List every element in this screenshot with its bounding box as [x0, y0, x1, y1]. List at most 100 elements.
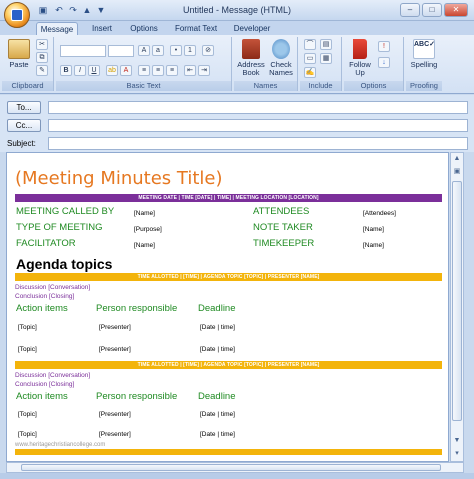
signature-icon[interactable]: ✍ — [304, 67, 316, 78]
next-page-icon[interactable]: ▾ — [451, 448, 463, 460]
tab-format-text[interactable]: Format Text — [170, 22, 222, 36]
footer-watermark: www.heritagechristiancollege.com — [15, 442, 106, 448]
tab-insert[interactable]: Insert — [84, 22, 120, 36]
highlight-icon[interactable]: ab — [106, 65, 118, 76]
horizontal-scroll-thumb[interactable] — [21, 464, 441, 471]
type-of-meeting-label: TYPE OF MEETING — [16, 222, 103, 233]
to-field[interactable] — [48, 101, 468, 114]
paste-button[interactable]: Paste — [6, 39, 32, 69]
proofing-group: ABC✓ Spelling Proofing — [406, 37, 442, 91]
discussion-text[interactable]: Discussion [Conversation] — [15, 284, 90, 291]
meeting-called-by-value[interactable]: [Name] — [134, 210, 155, 217]
conclusion-text[interactable]: Conclusion [Closing] — [15, 293, 74, 300]
basic-text-group-label: Basic Text — [56, 81, 231, 91]
font-combo[interactable] — [60, 45, 106, 57]
close-button[interactable]: ✕ — [444, 3, 468, 17]
business-card-icon[interactable]: ▭ — [304, 53, 316, 64]
to-button[interactable]: To... — [7, 101, 41, 114]
attach-file-icon[interactable]: ⌒ — [304, 39, 316, 50]
scroll-up-icon[interactable]: ▲ — [451, 153, 463, 165]
calendar-icon[interactable]: ▦ — [320, 53, 332, 64]
shrink-font-icon[interactable]: a — [152, 45, 164, 56]
topic-cell[interactable]: [Topic] — [18, 411, 37, 418]
status-bar — [0, 473, 474, 479]
attendees-label: ATTENDEES — [253, 206, 310, 217]
numbering-icon[interactable]: 1 — [184, 45, 196, 56]
basic-text-group: A a • 1 ⊘ B I U ab A ≡ ≡ ≡ ⇤ ⇥ Basic Tex… — [56, 37, 232, 91]
type-of-meeting-value[interactable]: [Purpose] — [134, 226, 162, 233]
note-taker-value[interactable]: [Name] — [363, 226, 384, 233]
topic-bar: TIME ALLOTTED | [TIME] | AGENDA TOPIC [T… — [15, 273, 442, 281]
font-size-combo[interactable] — [108, 45, 134, 57]
flag-icon — [353, 39, 367, 59]
topic-cell[interactable]: [Topic] — [18, 431, 37, 438]
timekeeper-value[interactable]: [Name] — [363, 242, 384, 249]
discussion-text[interactable]: Discussion [Conversation] — [15, 372, 90, 379]
date-time-cell[interactable]: [Date | time] — [200, 346, 235, 353]
high-importance-icon[interactable]: ! — [378, 41, 390, 52]
bold-icon[interactable]: B — [60, 65, 72, 76]
proofing-group-label: Proofing — [406, 81, 442, 91]
topic-bar: TIME ALLOTTED | [TIME] | AGENDA TOPIC [T… — [15, 361, 442, 369]
follow-up-button[interactable]: Follow Up — [346, 39, 374, 77]
cc-button[interactable]: Cc... — [7, 119, 41, 132]
topic-cell[interactable]: [Topic] — [18, 324, 37, 331]
presenter-cell[interactable]: [Presenter] — [99, 324, 131, 331]
clear-format-icon[interactable]: ⊘ — [202, 45, 214, 56]
cc-field[interactable] — [48, 119, 468, 132]
bullets-icon[interactable]: • — [170, 45, 182, 56]
horizontal-scrollbar[interactable] — [6, 462, 464, 473]
copy-icon[interactable]: ⧉ — [36, 52, 48, 63]
deadline-heading: Deadline — [198, 391, 236, 402]
ribbon: Paste ✂ ⧉ ✎ Clipboard A a • 1 ⊘ B I U ab… — [0, 35, 474, 94]
clipboard-group: Paste ✂ ⧉ ✎ Clipboard — [2, 37, 54, 91]
underline-icon[interactable]: U — [88, 65, 100, 76]
tab-options[interactable]: Options — [124, 22, 164, 36]
italic-icon[interactable]: I — [74, 65, 86, 76]
clipboard-icon — [8, 39, 30, 59]
low-importance-icon[interactable]: ↓ — [378, 57, 390, 68]
tab-message[interactable]: Message — [36, 22, 78, 36]
topic-bar-partial — [15, 449, 442, 455]
ruler-toggle-icon[interactable]: ▣ — [451, 166, 463, 178]
date-time-cell[interactable]: [Date | time] — [200, 411, 235, 418]
presenter-cell[interactable]: [Presenter] — [99, 431, 131, 438]
align-right-icon[interactable]: ≡ — [166, 65, 178, 76]
names-group: Address Book Check Names Names — [234, 37, 298, 91]
cut-icon[interactable]: ✂ — [36, 39, 48, 50]
maximize-button[interactable]: □ — [422, 3, 442, 17]
office-button[interactable] — [4, 2, 30, 28]
follow-up-label: Follow Up — [349, 60, 371, 77]
format-painter-icon[interactable]: ✎ — [36, 65, 48, 76]
topic-cell[interactable]: [Topic] — [18, 346, 37, 353]
date-time-cell[interactable]: [Date | time] — [200, 324, 235, 331]
vertical-scrollbar[interactable]: ▲ ▣ ▼ ▾ — [450, 152, 464, 462]
check-names-button[interactable]: Check Names — [266, 39, 296, 77]
address-book-button[interactable]: Address Book — [236, 39, 266, 77]
font-color-icon[interactable]: A — [120, 65, 132, 76]
grow-font-icon[interactable]: A — [138, 45, 150, 56]
align-center-icon[interactable]: ≡ — [152, 65, 164, 76]
presenter-cell[interactable]: [Presenter] — [99, 346, 131, 353]
facilitator-value[interactable]: [Name] — [134, 242, 155, 249]
attendees-value[interactable]: [Attendees] — [363, 210, 396, 217]
check-names-icon — [272, 39, 290, 59]
vertical-scroll-thumb[interactable] — [452, 181, 462, 421]
minimize-button[interactable]: – — [400, 3, 420, 17]
office-logo-icon — [11, 9, 23, 21]
agenda-heading: Agenda topics — [16, 256, 113, 272]
increase-indent-icon[interactable]: ⇥ — [198, 65, 210, 76]
person-responsible-heading: Person responsible — [96, 391, 178, 402]
spelling-button[interactable]: ABC✓ Spelling — [408, 39, 440, 69]
scroll-down-icon[interactable]: ▼ — [451, 435, 463, 447]
date-time-cell[interactable]: [Date | time] — [200, 431, 235, 438]
tab-developer[interactable]: Developer — [228, 22, 276, 36]
conclusion-text[interactable]: Conclusion [Closing] — [15, 381, 74, 388]
align-left-icon[interactable]: ≡ — [138, 65, 150, 76]
decrease-indent-icon[interactable]: ⇤ — [184, 65, 196, 76]
options-group: Follow Up ! ↓ Options — [344, 37, 404, 91]
subject-field[interactable] — [48, 137, 468, 150]
presenter-cell[interactable]: [Presenter] — [99, 411, 131, 418]
attach-item-icon[interactable]: ▤ — [320, 39, 332, 50]
message-body[interactable]: (Meeting Minutes Title) MEETING DATE | T… — [6, 152, 449, 462]
